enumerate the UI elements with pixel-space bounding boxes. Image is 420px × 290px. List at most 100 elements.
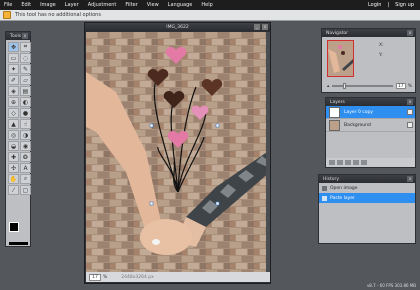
color-swatches <box>9 222 27 235</box>
close-icon[interactable]: x <box>407 30 413 36</box>
thumbnail-image <box>328 41 353 76</box>
pencil-tool-icon[interactable]: ✎ <box>20 64 31 74</box>
history-item[interactable]: Paste layer <box>319 193 415 203</box>
visibility-checkbox[interactable] <box>407 109 413 115</box>
layer-name: Layer 0 copy <box>344 109 374 115</box>
navigator-title: Navigator <box>326 30 349 36</box>
close-icon[interactable]: x <box>262 24 268 30</box>
new-folder-icon[interactable] <box>345 160 351 165</box>
navigator-zoom-input[interactable]: 17 <box>395 83 406 89</box>
blur-tool-icon[interactable]: ● <box>20 108 31 118</box>
sharpen-tool-icon[interactable]: ▲ <box>8 119 19 129</box>
eraser-tool-icon[interactable]: ▱ <box>20 75 31 85</box>
color-replace-tool-icon[interactable]: ◐ <box>20 97 31 107</box>
history-panel: History x Open image Paste layer <box>318 174 416 244</box>
close-icon[interactable]: x <box>407 176 413 182</box>
x-coordinate-label: X: <box>379 43 384 48</box>
zoom-tool-icon[interactable]: ⌕ <box>20 174 31 184</box>
layer-thumbnail <box>329 119 340 131</box>
bloat-tool-icon[interactable]: ❂ <box>20 152 31 162</box>
visibility-checkbox[interactable] <box>407 122 413 128</box>
menu-layer[interactable]: Layer <box>61 2 84 8</box>
crop-tool-icon[interactable]: ⌗ <box>20 42 31 52</box>
extra-tool-icon[interactable]: ▢ <box>20 185 31 195</box>
layers-title-bar: Layers x <box>326 98 415 106</box>
redeye-tool-icon[interactable]: ◉ <box>20 141 31 151</box>
close-icon[interactable]: x <box>22 33 28 39</box>
navigator-title-bar: Navigator x <box>322 29 415 37</box>
brush-tool-icon[interactable]: ✐ <box>8 75 19 85</box>
options-bar: This tool has no additional options <box>0 10 420 21</box>
navigator-panel: Navigator x X: Y: ▴ 17 % <box>321 28 416 93</box>
wand-tool-icon[interactable]: ✦ <box>8 64 19 74</box>
menu-help[interactable]: Help <box>197 2 217 8</box>
history-title: History <box>323 176 340 182</box>
image-dimensions: 2448x3264 px <box>121 274 154 280</box>
login-link[interactable]: Login <box>368 2 382 8</box>
close-icon[interactable]: x <box>407 99 413 105</box>
pinch-tool-icon[interactable]: ✣ <box>8 163 19 173</box>
version-info: v8.7 - 60 FPS 303.86 MB <box>366 283 416 288</box>
menu-language[interactable]: Language <box>164 2 198 8</box>
image-title: IMG_3622 <box>166 24 189 30</box>
signup-link[interactable]: Sign up <box>395 2 414 8</box>
navigator-thumbnail[interactable] <box>327 40 354 77</box>
menu-edit[interactable]: Edit <box>17 2 36 8</box>
zoom-out-icon[interactable]: ▴ <box>327 84 329 89</box>
zoom-unit: % <box>103 274 108 280</box>
drawing-tool-icon[interactable]: ◇ <box>8 108 19 118</box>
eyedropper-tool-icon[interactable]: ⁄ <box>8 185 19 195</box>
gradient-tool-icon[interactable]: ▤ <box>20 86 31 96</box>
menu-adjustment[interactable]: Adjustment <box>84 2 122 8</box>
spot-heal-tool-icon[interactable]: ✚ <box>8 152 19 162</box>
history-paste-icon <box>322 195 327 201</box>
menu-filter[interactable]: Filter <box>121 2 142 8</box>
tools-title: Tools <box>10 33 22 39</box>
layer-item[interactable]: Background <box>326 119 415 132</box>
foreground-color[interactable] <box>9 222 19 232</box>
history-title-bar: History x <box>319 175 415 183</box>
image-status-bar: 17 % 2448x3264 px <box>86 272 270 282</box>
zoom-slider[interactable] <box>332 83 393 89</box>
history-item[interactable]: Open image <box>319 183 415 193</box>
layers-panel: Layers x Layer 0 copy Background <box>325 97 416 168</box>
history-item-label: Paste layer <box>330 195 355 201</box>
new-layer-icon[interactable] <box>353 160 359 165</box>
sponge-tool-icon[interactable]: ◎ <box>8 130 19 140</box>
layer-settings-icon[interactable] <box>329 160 335 165</box>
layer-item[interactable]: Layer 0 copy <box>326 106 415 119</box>
zoom-slider-knob[interactable] <box>342 83 346 89</box>
tools-panel-title: Tools x <box>6 32 30 40</box>
image-window: IMG_3622 _ x 17 % 2448x3264 px <box>84 22 271 284</box>
move-tool-icon[interactable]: ✥ <box>8 42 19 52</box>
menu-file[interactable]: File <box>0 2 17 8</box>
stamp-tool-icon[interactable]: ⊕ <box>8 97 19 107</box>
smudge-tool-icon[interactable]: ☝ <box>20 119 31 129</box>
hand-tool-icon[interactable]: ✋ <box>8 174 19 184</box>
history-open-icon <box>322 185 327 191</box>
burn-tool-icon[interactable]: ◒ <box>8 141 19 151</box>
layers-toolbar <box>326 158 415 167</box>
delete-layer-icon[interactable] <box>361 160 367 165</box>
account-separator: | <box>387 2 390 8</box>
layer-thumbnail <box>329 106 340 118</box>
image-canvas[interactable] <box>86 32 270 273</box>
vertical-scrollbar[interactable] <box>266 32 270 273</box>
options-message: This tool has no additional options <box>15 12 101 18</box>
minimize-icon[interactable]: _ <box>254 24 260 30</box>
navigator-zoom-row: ▴ 17 % <box>327 82 412 90</box>
marquee-tool-icon[interactable]: ▭ <box>8 53 19 63</box>
account-links: Login | Sign up <box>362 2 420 8</box>
bucket-tool-icon[interactable]: ◈ <box>8 86 19 96</box>
text-tool-icon[interactable]: A <box>20 163 31 173</box>
dodge-tool-icon[interactable]: ◑ <box>20 130 31 140</box>
lasso-tool-icon[interactable]: ◌ <box>20 53 31 63</box>
layer-mask-icon[interactable] <box>337 160 343 165</box>
tool-grid: ✥ ⌗ ▭ ◌ ✦ ✎ ✐ ▱ ◈ ▤ ⊕ ◐ ◇ ● ▲ ☝ ◎ ◑ ◒ ◉ … <box>6 40 31 195</box>
image-window-title: IMG_3622 _ x <box>85 23 270 31</box>
menu-view[interactable]: View <box>143 2 164 8</box>
tool-preview <box>9 242 28 245</box>
menu-image[interactable]: Image <box>36 2 61 8</box>
layer-name: Background <box>344 122 371 128</box>
zoom-input[interactable]: 17 <box>89 273 101 281</box>
